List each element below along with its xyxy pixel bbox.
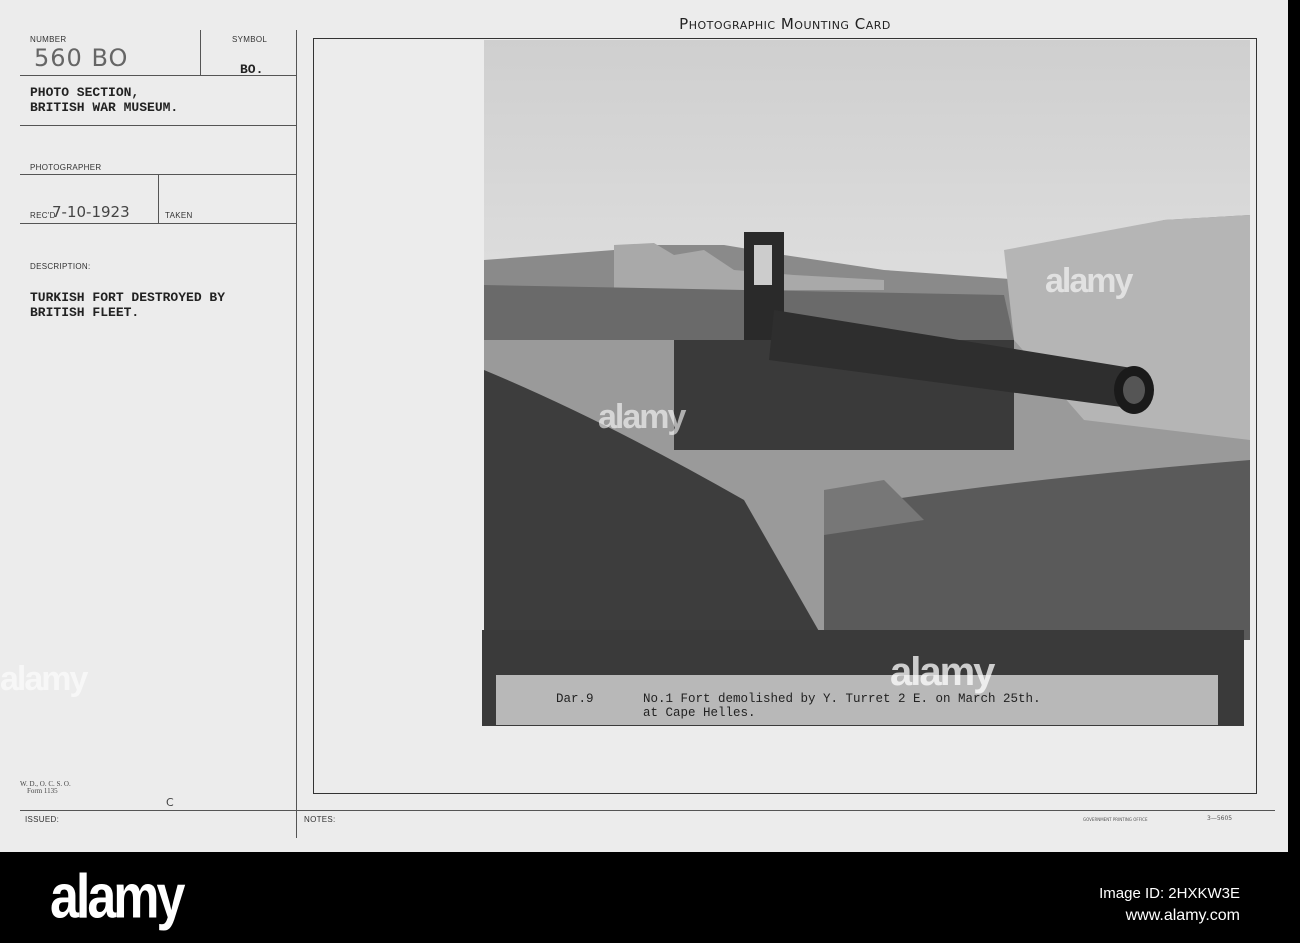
photographer-label: PHOTOGRAPHER — [30, 163, 102, 172]
watermark: alamy — [1045, 262, 1133, 300]
image-id: Image ID: 2HXKW3E — [1099, 885, 1240, 902]
watermark: alamy — [598, 398, 686, 436]
printer-label: GOVERNMENT PRINTING OFFICE — [1083, 817, 1148, 822]
caption-line-2: at Cape Helles. — [643, 706, 756, 720]
description-line-2: BRITISH FLEET. — [30, 305, 140, 320]
description-label: DESCRIPTION: — [30, 262, 91, 271]
card-title: Photographic Mounting Card — [679, 15, 891, 33]
recd-value: 7-10-1923 — [52, 203, 130, 221]
number-value: 560 BO — [34, 44, 129, 72]
notes-label: NOTES: — [304, 815, 336, 824]
divider — [20, 125, 296, 126]
issued-mark: C — [166, 796, 174, 809]
watermark: alamy — [0, 660, 88, 698]
form-line-2: Form 1135 — [27, 787, 58, 795]
description-line-1: TURKISH FORT DESTROYED BY — [30, 290, 226, 305]
caption-ref: Dar.9 — [556, 692, 594, 706]
column-divider — [296, 30, 297, 838]
watermark: alamy — [890, 650, 995, 694]
photograph — [484, 40, 1250, 640]
divider — [20, 223, 296, 224]
site-url[interactable]: www.alamy.com — [1126, 907, 1240, 925]
taken-label: TAKEN — [165, 211, 193, 220]
printer-code: 3—5605 — [1207, 815, 1233, 822]
alamy-logo: alamy — [50, 862, 185, 932]
issued-label: ISSUED: — [25, 815, 60, 824]
divider — [158, 174, 159, 223]
divider — [200, 30, 201, 75]
org-line-2: BRITISH WAR MUSEUM. — [30, 100, 179, 115]
mounting-card: NUMBER 560 BO SYMBOL BO. PHOTO SECTION, … — [0, 0, 1288, 852]
bottom-rule — [20, 810, 1275, 811]
divider — [20, 75, 296, 76]
symbol-label: SYMBOL — [232, 35, 268, 44]
number-label: NUMBER — [30, 35, 67, 44]
org-line-1: PHOTO SECTION, — [30, 85, 140, 100]
